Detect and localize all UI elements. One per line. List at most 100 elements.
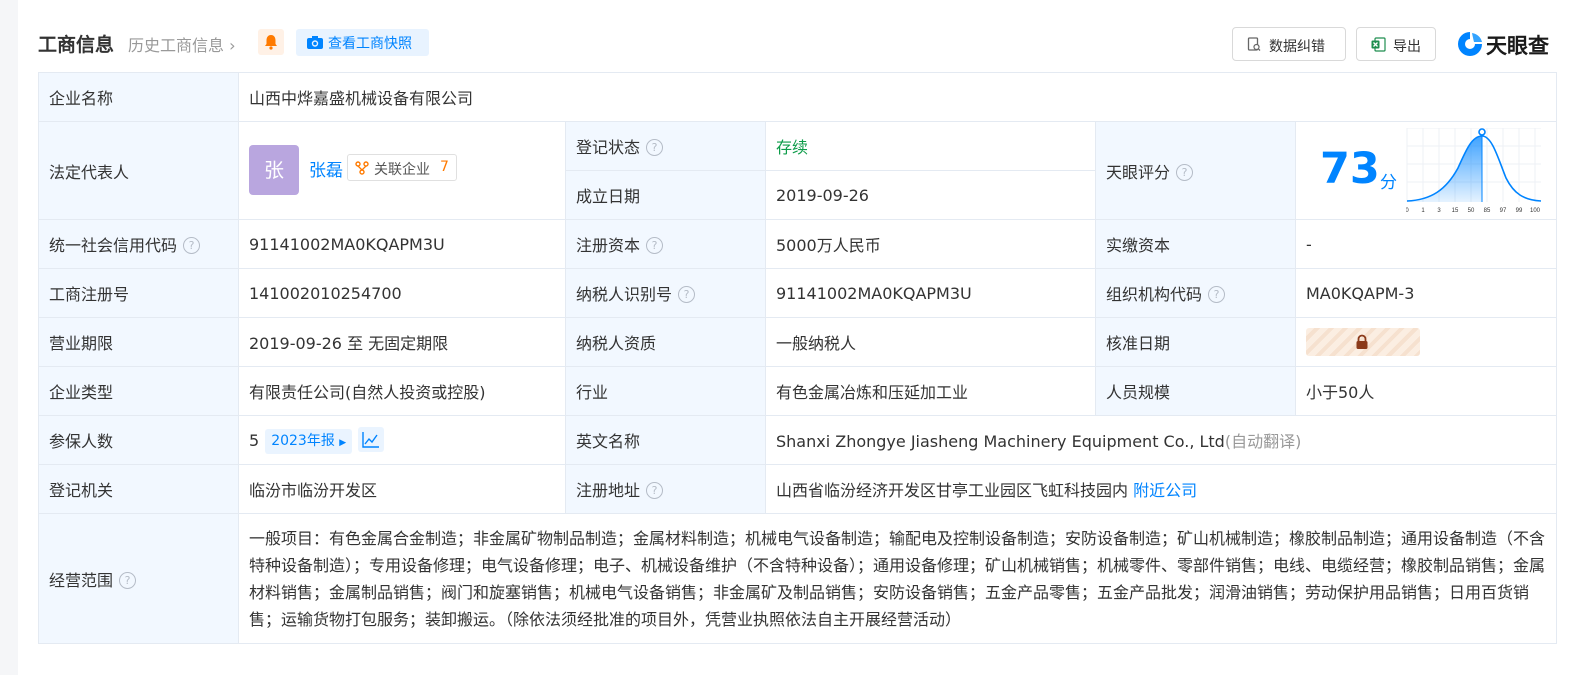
founded-label: 成立日期 bbox=[565, 170, 766, 220]
score-label: 天眼评分 bbox=[1106, 162, 1171, 182]
reg-capital-label-cell: 注册资本? bbox=[565, 219, 766, 269]
status-label: 登记状态 bbox=[576, 138, 641, 157]
company-name-label: 企业名称 bbox=[38, 72, 239, 122]
scope-label-cell: 经营范围? bbox=[38, 513, 239, 644]
taxpayer-id-value: 91141002MA0KQAPM3U bbox=[765, 268, 1096, 318]
question-icon[interactable]: ? bbox=[119, 571, 137, 589]
staff-value: 小于50人 bbox=[1294, 366, 1558, 416]
insured-value: 5 bbox=[249, 430, 260, 450]
reg-no-value: 141002010254700 bbox=[238, 268, 566, 318]
nearby-companies-link[interactable]: 附近公司 bbox=[1133, 481, 1197, 500]
reg-capital-label: 注册资本 bbox=[576, 236, 641, 255]
score-unit: 分 bbox=[1380, 173, 1397, 193]
table-row: 参保人数 5 2023年报 ▶ 英文名称 Shanxi Zhongye Jiash… bbox=[38, 415, 1558, 465]
type-value: 有限责任公司(自然人投资或控股) bbox=[238, 366, 566, 416]
approve-date-cell bbox=[1294, 317, 1558, 367]
annual-report-year: 2023年报 bbox=[271, 432, 335, 449]
locked-value[interactable] bbox=[1306, 328, 1420, 356]
taxpayer-id-label: 纳税人识别号 bbox=[576, 285, 673, 304]
scope-label: 经营范围 bbox=[49, 570, 114, 590]
address-value: 山西省临汾经济开发区甘亭工业园区飞虹科技园内 bbox=[776, 481, 1129, 500]
en-name-cell: Shanxi Zhongye Jiasheng Machinery Equipm… bbox=[764, 415, 1558, 465]
industry-value: 有色金属冶炼和压延加工业 bbox=[765, 366, 1096, 416]
org-code-value: MA0KQAPM-3 bbox=[1294, 268, 1558, 318]
section-header: 工商信息 历史工商信息 › 查看工商快照 数据纠错 导出 天眼查 bbox=[38, 26, 1560, 61]
score-axis-tick: 0 bbox=[1406, 208, 1409, 214]
score-cell[interactable]: 73 分 0 1 3 15 50 85 97 99 100 bbox=[1294, 121, 1558, 220]
brand-logo-icon bbox=[1458, 32, 1482, 56]
en-name-label: 英文名称 bbox=[565, 415, 766, 465]
question-icon[interactable]: ? bbox=[646, 482, 664, 499]
org-code-label: 组织机构代码 bbox=[1106, 285, 1203, 304]
table-row: 工商注册号 141002010254700 纳税人识别号? 91141002MA… bbox=[38, 268, 1558, 318]
table-row: 经营范围? 一般项目：有色金属合金制造；非金属矿物制品制造；金属材料制造；机械电… bbox=[38, 513, 1558, 644]
table-row: 法定代表人 张 张磊 关联企业 7 登记状态? 存续 天眼评分? 73 分 0 … bbox=[38, 121, 1558, 220]
legal-rep-link[interactable]: 张磊 bbox=[309, 156, 343, 181]
company-name: 山西中烨嘉盛机械设备有限公司 bbox=[237, 72, 1558, 122]
brand-logo: 天眼查 bbox=[1456, 28, 1560, 58]
insured-label: 参保人数 bbox=[38, 415, 239, 465]
table-row: 企业类型 有限责任公司(自然人投资或控股) 行业 有色金属冶炼和压延加工业 人员… bbox=[38, 366, 1558, 416]
table-row: 登记机关 临汾市临汾开发区 注册地址? 山西省临汾经济开发区甘亭工业园区飞虹科技… bbox=[38, 464, 1558, 514]
score-value: 73 bbox=[1320, 144, 1380, 194]
en-name-value: Shanxi Zhongye Jiasheng Machinery Equipm… bbox=[776, 432, 1225, 451]
bell-icon[interactable] bbox=[258, 29, 284, 55]
correct-button[interactable]: 数据纠错 bbox=[1232, 27, 1346, 61]
address-cell: 山西省临汾经济开发区甘亭工业园区飞虹科技园内 附近公司 bbox=[764, 464, 1558, 514]
score-axis-tick: 97 bbox=[1500, 208, 1507, 214]
related-label: 关联企业 bbox=[374, 162, 430, 178]
paid-capital-value: - bbox=[1294, 219, 1558, 269]
trend-icon bbox=[362, 431, 380, 448]
taxpayer-id-label-cell: 纳税人识别号? bbox=[565, 268, 766, 318]
paid-capital-label: 实缴资本 bbox=[1095, 219, 1296, 269]
tax-quality-value: 一般纳税人 bbox=[765, 317, 1096, 367]
reg-no-label: 工商注册号 bbox=[38, 268, 239, 318]
address-label: 注册地址 bbox=[576, 481, 641, 500]
snapshot-button[interactable]: 查看工商快照 bbox=[296, 29, 429, 56]
question-icon[interactable]: ? bbox=[646, 139, 664, 156]
address-label-cell: 注册地址? bbox=[565, 464, 766, 514]
legal-rep-label: 法定代表人 bbox=[38, 121, 239, 220]
arrow-right-icon: › bbox=[229, 36, 236, 55]
score-label-cell: 天眼评分? bbox=[1095, 121, 1296, 220]
camera-icon bbox=[307, 36, 323, 49]
trend-chart-button[interactable] bbox=[358, 426, 385, 452]
brand-name: 天眼查 bbox=[1486, 34, 1549, 58]
tax-quality-label: 纳税人资质 bbox=[565, 317, 766, 367]
question-icon[interactable]: ? bbox=[183, 237, 201, 254]
approve-date-label: 核准日期 bbox=[1095, 317, 1296, 367]
score-axis-tick: 1 bbox=[1421, 208, 1425, 214]
avatar[interactable]: 张 bbox=[249, 145, 299, 195]
related-count: 7 bbox=[440, 159, 449, 175]
export-button[interactable]: 导出 bbox=[1356, 27, 1436, 61]
insured-cell: 5 2023年报 ▶ bbox=[238, 415, 566, 465]
term-label: 营业期限 bbox=[38, 317, 239, 367]
related-companies-badge[interactable]: 关联企业 7 bbox=[347, 154, 457, 181]
score-axis-tick: 85 bbox=[1484, 208, 1491, 214]
score-axis-tick: 50 bbox=[1468, 208, 1475, 214]
triangle-right-icon: ▶ bbox=[339, 437, 347, 448]
business-info-table: 企业名称 山西中烨嘉盛机械设备有限公司 法定代表人 张 张磊 关联企业 7 登记… bbox=[38, 72, 1558, 644]
scope-value: 一般项目：有色金属合金制造；非金属矿物制品制造；金属材料制造；机械电气设备制造；… bbox=[237, 513, 1558, 644]
question-icon[interactable]: ? bbox=[1208, 286, 1226, 303]
authority-label: 登记机关 bbox=[38, 464, 239, 514]
export-label: 导出 bbox=[1393, 39, 1421, 55]
history-link[interactable]: 历史工商信息 › bbox=[128, 32, 236, 56]
org-code-label-cell: 组织机构代码? bbox=[1095, 268, 1296, 318]
credit-code-label: 统一社会信用代码 bbox=[49, 236, 178, 255]
history-link-label: 历史工商信息 bbox=[128, 36, 225, 55]
staff-label: 人员规模 bbox=[1095, 366, 1296, 416]
table-row: 企业名称 山西中烨嘉盛机械设备有限公司 bbox=[38, 72, 1558, 122]
relation-icon bbox=[355, 161, 369, 175]
credit-code-value: 91141002MA0KQAPM3U bbox=[238, 219, 566, 269]
score-axis-tick: 15 bbox=[1452, 208, 1459, 214]
question-icon[interactable]: ? bbox=[1176, 163, 1194, 181]
score-distribution-chart: 0 1 3 15 50 85 97 99 100 bbox=[1406, 128, 1542, 214]
question-icon[interactable]: ? bbox=[646, 237, 664, 254]
correct-label: 数据纠错 bbox=[1269, 39, 1325, 55]
en-name-note: (自动翻译) bbox=[1224, 432, 1302, 451]
snapshot-label: 查看工商快照 bbox=[328, 36, 412, 52]
annual-report-badge[interactable]: 2023年报 ▶ bbox=[265, 428, 353, 454]
question-icon[interactable]: ? bbox=[678, 286, 696, 303]
table-row: 统一社会信用代码? 91141002MA0KQAPM3U 注册资本? 5000万… bbox=[38, 219, 1558, 269]
